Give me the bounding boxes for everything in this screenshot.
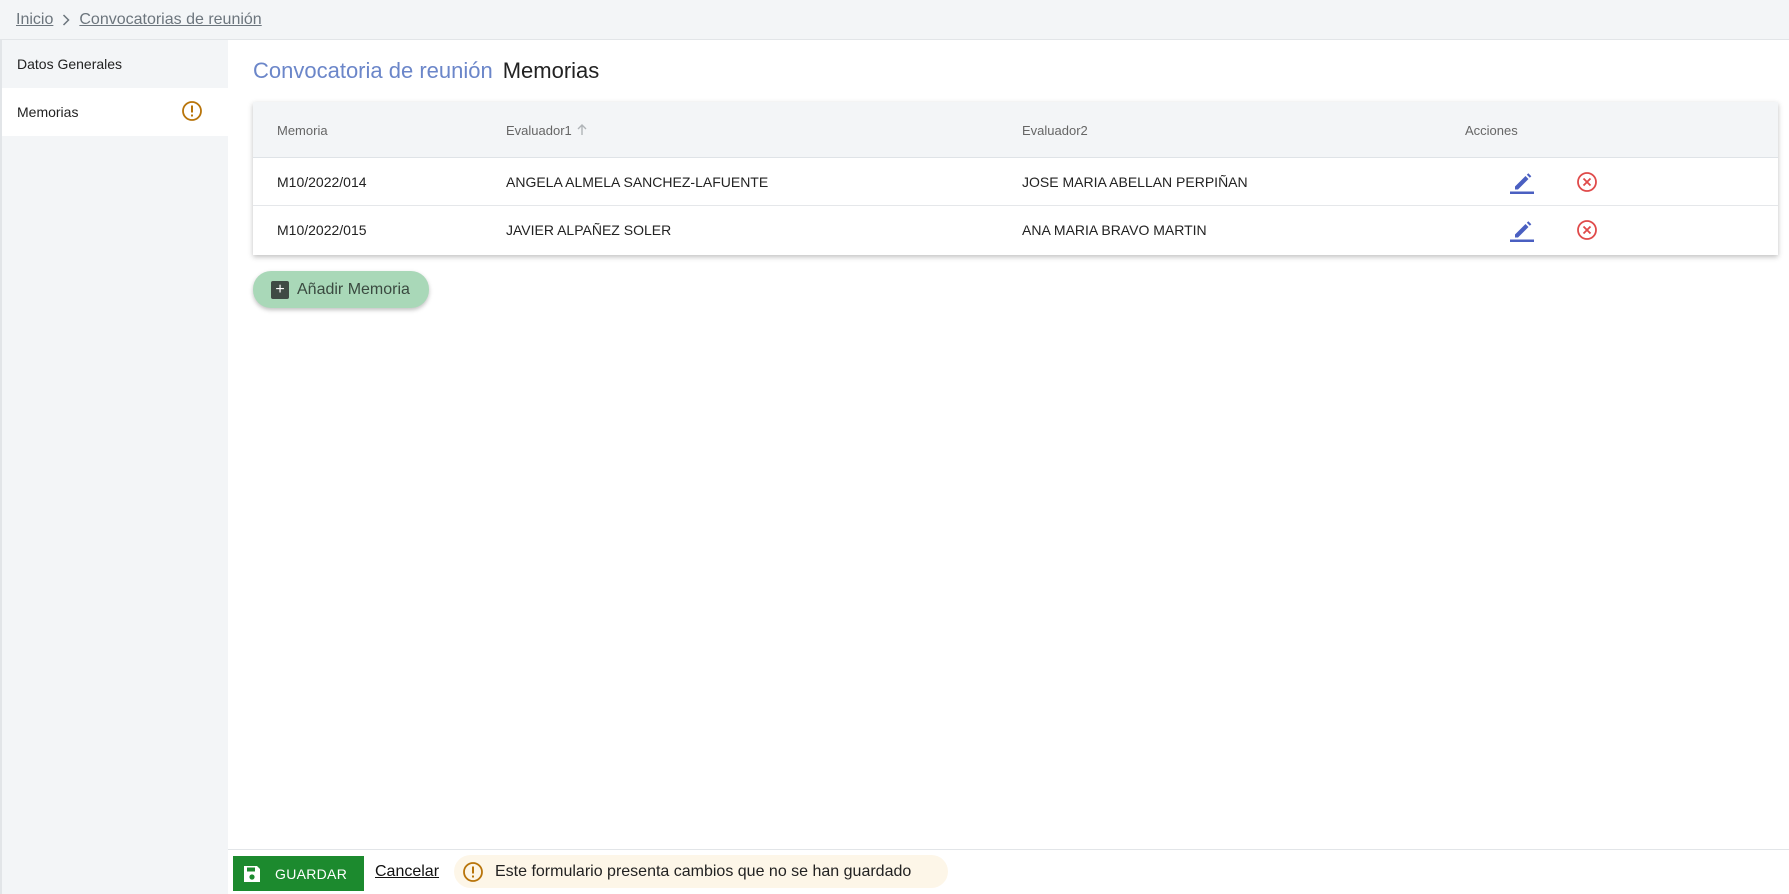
chevron-right-icon [62,13,70,26]
column-header-evaluador2[interactable]: Evaluador2 [1022,102,1088,158]
column-header-evaluador1[interactable]: Evaluador1 [506,102,587,158]
sort-arrow-up-icon [577,124,587,136]
edit-icon[interactable] [1509,158,1535,206]
page-title-section: Memorias [502,58,600,83]
save-button[interactable]: GUARDAR [233,856,364,891]
column-header-memoria[interactable]: Memoria [277,102,328,158]
unsaved-changes-warning: Este formulario presenta cambios que no … [454,855,948,888]
column-header-acciones: Acciones [1465,122,1518,138]
breadcrumb: Inicio Convocatorias de reunión [0,0,1789,40]
add-memoria-label: Añadir Memoria [297,280,410,298]
page-title-entity: Convocatoria de reunión [253,58,493,83]
sidebar-item-memorias[interactable]: Memorias [2,88,228,136]
sidebar: Datos Generales Memorias [0,40,228,894]
cell-evaluador2: ANA MARIA BRAVO MARTIN [1022,222,1207,238]
save-icon [243,865,261,883]
table-header: Memoria Evaluador1 Evaluador2 Acciones [253,102,1778,158]
warning-text: Este formulario presenta cambios que no … [495,862,912,880]
add-memoria-button[interactable]: + Añadir Memoria [253,271,429,308]
warning-icon [462,861,484,883]
save-label: GUARDAR [275,865,348,882]
delete-icon[interactable] [1576,158,1598,206]
table-row: M10/2022/015 JAVIER ALPAÑEZ SOLER ANA MA… [253,206,1778,254]
table-row: M10/2022/014 ANGELA ALMELA SANCHEZ-LAFUE… [253,158,1778,206]
plus-icon: + [271,280,289,299]
cancel-link[interactable]: Cancelar [375,863,439,881]
sidebar-item-label: Datos Generales [17,56,123,72]
cell-evaluador2: JOSE MARIA ABELLAN PERPIÑAN [1022,174,1248,190]
warning-icon [181,100,203,125]
cell-evaluador1: JAVIER ALPAÑEZ SOLER [506,222,672,238]
cell-memoria: M10/2022/014 [277,174,367,190]
memorias-table: Memoria Evaluador1 Evaluador2 Acciones M… [253,102,1778,255]
breadcrumb-home-link[interactable]: Inicio [16,11,53,29]
main-content: Convocatoria de reunión Memorias Memoria… [228,40,1789,849]
cell-memoria: M10/2022/015 [277,222,367,238]
sidebar-item-datos-generales[interactable]: Datos Generales [2,40,228,88]
sidebar-item-label: Memorias [17,104,79,120]
page-title: Convocatoria de reunión Memorias [253,58,599,84]
breadcrumb-current-link[interactable]: Convocatorias de reunión [79,11,261,29]
edit-icon[interactable] [1509,206,1535,254]
cell-evaluador1: ANGELA ALMELA SANCHEZ-LAFUENTE [506,174,769,190]
footer-bar: GUARDAR Cancelar Este formulario present… [228,849,1789,894]
delete-icon[interactable] [1576,206,1598,254]
